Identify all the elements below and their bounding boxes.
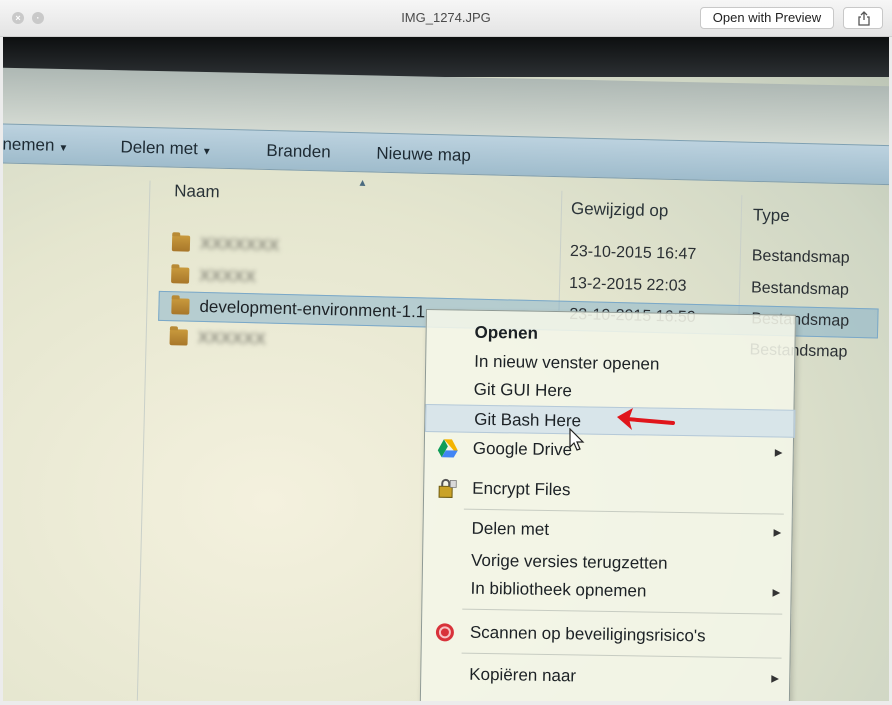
file-type: Bestandsmap bbox=[750, 279, 850, 299]
column-header-type[interactable]: Type bbox=[753, 205, 790, 226]
folder-icon bbox=[169, 329, 188, 346]
menu-item-label: Openen bbox=[474, 322, 539, 343]
menu-item-label: Scannen op beveiligingsrisico's bbox=[469, 622, 706, 646]
share-button[interactable] bbox=[843, 7, 883, 29]
file-date: 13-2-2015 22:03 bbox=[568, 274, 687, 295]
folder-icon bbox=[171, 235, 191, 252]
open-with-preview-button[interactable]: Open with Preview bbox=[700, 7, 834, 29]
photo: nemen ▼ Delen met ▼ Branden Nieuwe map Naa… bbox=[3, 37, 889, 701]
menu-item-label: In bibliotheek opnemen bbox=[470, 578, 647, 601]
column-header-modified[interactable]: Gewijzigd op bbox=[571, 199, 669, 221]
submenu-arrow-icon: ▶ bbox=[771, 673, 780, 685]
menu-item-scannen[interactable]: Scannen op beveiligingsrisico's bbox=[422, 618, 792, 652]
quicklook-titlebar: × · IMG_1274.JPG Open with Preview bbox=[0, 0, 892, 37]
share-icon bbox=[858, 11, 870, 26]
submenu-arrow-icon: ▶ bbox=[772, 587, 781, 599]
menu-item-label: Git GUI Here bbox=[473, 379, 573, 401]
file-name: XXXXXX bbox=[197, 327, 266, 349]
file-date: 23-10-2015 16:47 bbox=[569, 242, 697, 263]
sort-ascending-icon: ▲ bbox=[357, 177, 368, 189]
menu-item-label: Delen met bbox=[471, 518, 550, 539]
menu-separator bbox=[462, 608, 783, 615]
menu-item-kopieren-naar[interactable]: Kopiëren naar ▶ bbox=[421, 660, 791, 694]
menu-item-label: In nieuw venster openen bbox=[474, 351, 660, 374]
context-menu: Openen In nieuw venster openen Git GUI H… bbox=[419, 309, 796, 701]
menu-item-label: Encrypt Files bbox=[472, 478, 571, 500]
lock-icon bbox=[438, 478, 457, 498]
column-header-name[interactable]: Naam bbox=[174, 181, 220, 202]
submenu-arrow-icon: ▶ bbox=[774, 447, 783, 459]
menu-item-label: Kopiëren naar bbox=[469, 664, 577, 686]
file-name: development-environment-1.1 bbox=[199, 296, 426, 322]
menu-item-label: Git Bash Here bbox=[474, 409, 582, 431]
nav-pane-divider bbox=[136, 180, 151, 701]
file-type: Bestandsmap bbox=[751, 247, 850, 267]
menu-item-delen-met[interactable]: Delen met ▶ bbox=[423, 514, 793, 548]
google-drive-icon bbox=[437, 439, 458, 458]
menu-item-google-drive[interactable]: Google Drive ▶ bbox=[425, 434, 795, 468]
file-name: XXXXX bbox=[199, 265, 257, 287]
folder-icon bbox=[171, 298, 190, 315]
menu-item-label: Google Drive bbox=[472, 438, 573, 460]
menu-item-git-gui[interactable]: Git GUI Here bbox=[426, 375, 796, 409]
antivirus-shield-icon bbox=[435, 623, 454, 642]
menu-item-label: Vorige versies terugzetten bbox=[470, 550, 668, 573]
mouse-pointer-icon bbox=[569, 428, 585, 451]
menu-item-encrypt-files[interactable]: Encrypt Files bbox=[424, 474, 794, 508]
submenu-arrow-icon: ▶ bbox=[773, 527, 782, 539]
menu-item-git-bash[interactable]: Git Bash Here bbox=[425, 404, 796, 438]
folder-icon bbox=[171, 267, 190, 284]
file-name: XXXXXXX bbox=[199, 233, 280, 255]
menu-item-openen[interactable]: Openen bbox=[426, 318, 796, 352]
menu-separator bbox=[461, 652, 782, 659]
annotation-arrow-icon bbox=[617, 408, 675, 430]
menu-separator bbox=[463, 508, 784, 515]
menu-item-bibliotheek[interactable]: In bibliotheek opnemen ▶ bbox=[422, 574, 792, 608]
